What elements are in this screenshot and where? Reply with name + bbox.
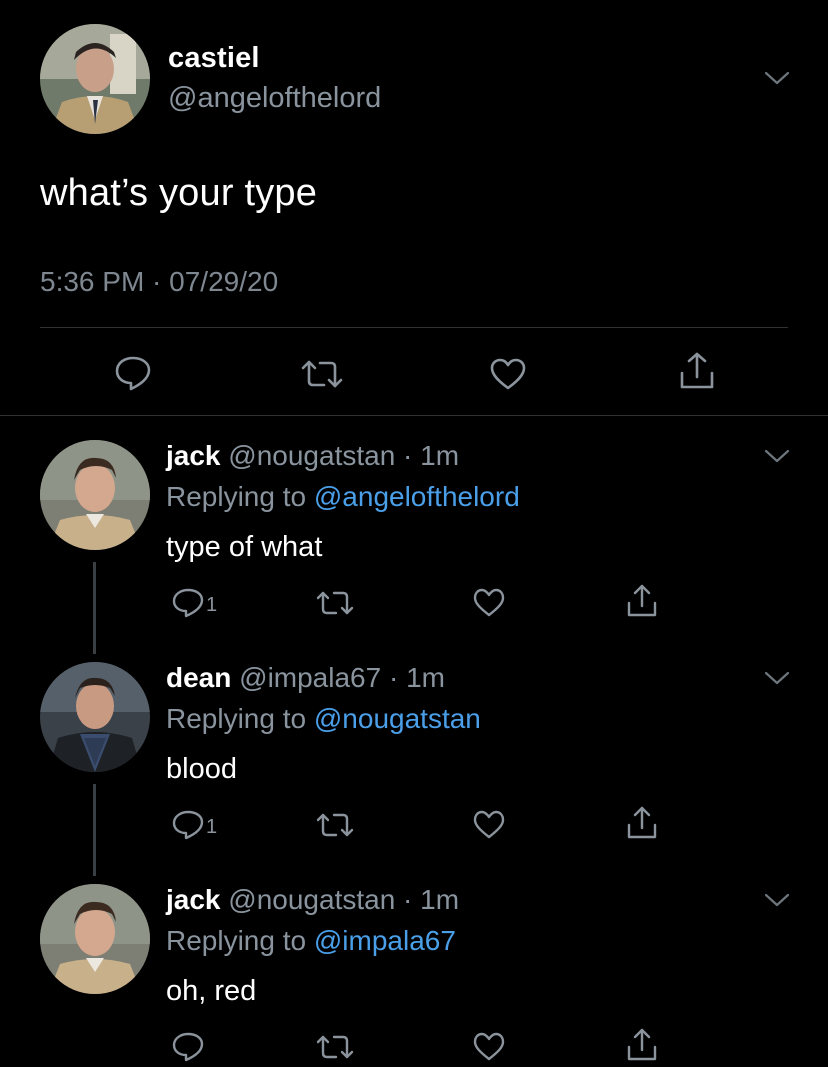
- divider: [40, 327, 788, 328]
- replying-to-label: Replying to: [166, 481, 307, 512]
- like-icon[interactable]: [473, 1032, 505, 1067]
- chevron-down-icon[interactable]: [764, 670, 790, 686]
- share-icon[interactable]: [678, 351, 716, 391]
- reply-author-handle[interactable]: @nougatstan: [228, 884, 395, 915]
- share-icon[interactable]: [626, 806, 658, 845]
- share-icon[interactable]: [626, 1028, 658, 1067]
- reply-text: type of what: [166, 531, 323, 563]
- reply-text: oh, red: [166, 975, 257, 1007]
- share-icon[interactable]: [626, 584, 658, 623]
- separator-dot: ·: [395, 440, 421, 471]
- retweet-icon[interactable]: [316, 590, 354, 621]
- reply-author-name[interactable]: jack: [166, 884, 221, 915]
- reply-count: 1: [206, 594, 218, 616]
- replying-to-label: Replying to: [166, 703, 307, 734]
- separator-dot: ·: [395, 884, 421, 915]
- reply-author-handle[interactable]: @nougatstan: [228, 440, 395, 471]
- main-author-handle[interactable]: @angelofthelord: [168, 82, 381, 115]
- chevron-down-icon[interactable]: [764, 448, 790, 464]
- reply-age: 1m: [420, 884, 460, 915]
- reply-count: 1: [206, 816, 218, 838]
- thread-line: [93, 784, 96, 876]
- separator-dot: ·: [381, 662, 407, 693]
- retweet-icon[interactable]: [316, 1034, 354, 1065]
- reply-author-line[interactable]: dean @impala67 · 1m: [166, 662, 445, 694]
- reply-author-line[interactable]: jack @nougatstan · 1m: [166, 440, 459, 472]
- reply-icon[interactable]: [172, 810, 204, 845]
- replying-to-label: Replying to: [166, 925, 307, 956]
- reply-text: blood: [166, 753, 237, 785]
- like-icon[interactable]: [489, 357, 527, 391]
- reply-author-line[interactable]: jack @nougatstan · 1m: [166, 884, 459, 916]
- main-tweet-text: what’s your type: [40, 172, 318, 214]
- retweet-icon[interactable]: [300, 359, 344, 389]
- like-icon[interactable]: [473, 588, 505, 623]
- like-icon[interactable]: [473, 810, 505, 845]
- reply-age: 1m: [406, 662, 445, 693]
- chevron-down-icon[interactable]: [764, 892, 790, 908]
- replying-to-mention[interactable]: @nougatstan: [314, 703, 481, 734]
- thread-line: [93, 562, 96, 654]
- chevron-down-icon[interactable]: [764, 70, 790, 86]
- replying-to-line: Replying to @impala67: [166, 925, 456, 957]
- replying-to-mention[interactable]: @angelofthelord: [314, 481, 520, 512]
- main-tweet-timestamp[interactable]: 5:36 PM · 07/29/20: [40, 266, 278, 298]
- replying-to-line: Replying to @nougatstan: [166, 703, 481, 735]
- reply-icon[interactable]: [172, 588, 204, 623]
- reply-author-name[interactable]: dean: [166, 662, 231, 693]
- reply-author-name[interactable]: jack: [166, 440, 221, 471]
- reply-icon[interactable]: [172, 1032, 204, 1067]
- avatar-castiel[interactable]: [40, 24, 150, 134]
- retweet-icon[interactable]: [316, 812, 354, 843]
- avatar-jack[interactable]: [40, 884, 150, 994]
- replying-to-line: Replying to @angelofthelord: [166, 481, 520, 513]
- replying-to-mention[interactable]: @impala67: [314, 925, 456, 956]
- reply-age: 1m: [420, 440, 460, 471]
- main-author-name[interactable]: castiel: [168, 42, 260, 75]
- reply-author-handle[interactable]: @impala67: [239, 662, 381, 693]
- divider: [0, 415, 828, 416]
- avatar-jack[interactable]: [40, 440, 150, 550]
- avatar-dean[interactable]: [40, 662, 150, 772]
- reply-icon[interactable]: [114, 355, 152, 391]
